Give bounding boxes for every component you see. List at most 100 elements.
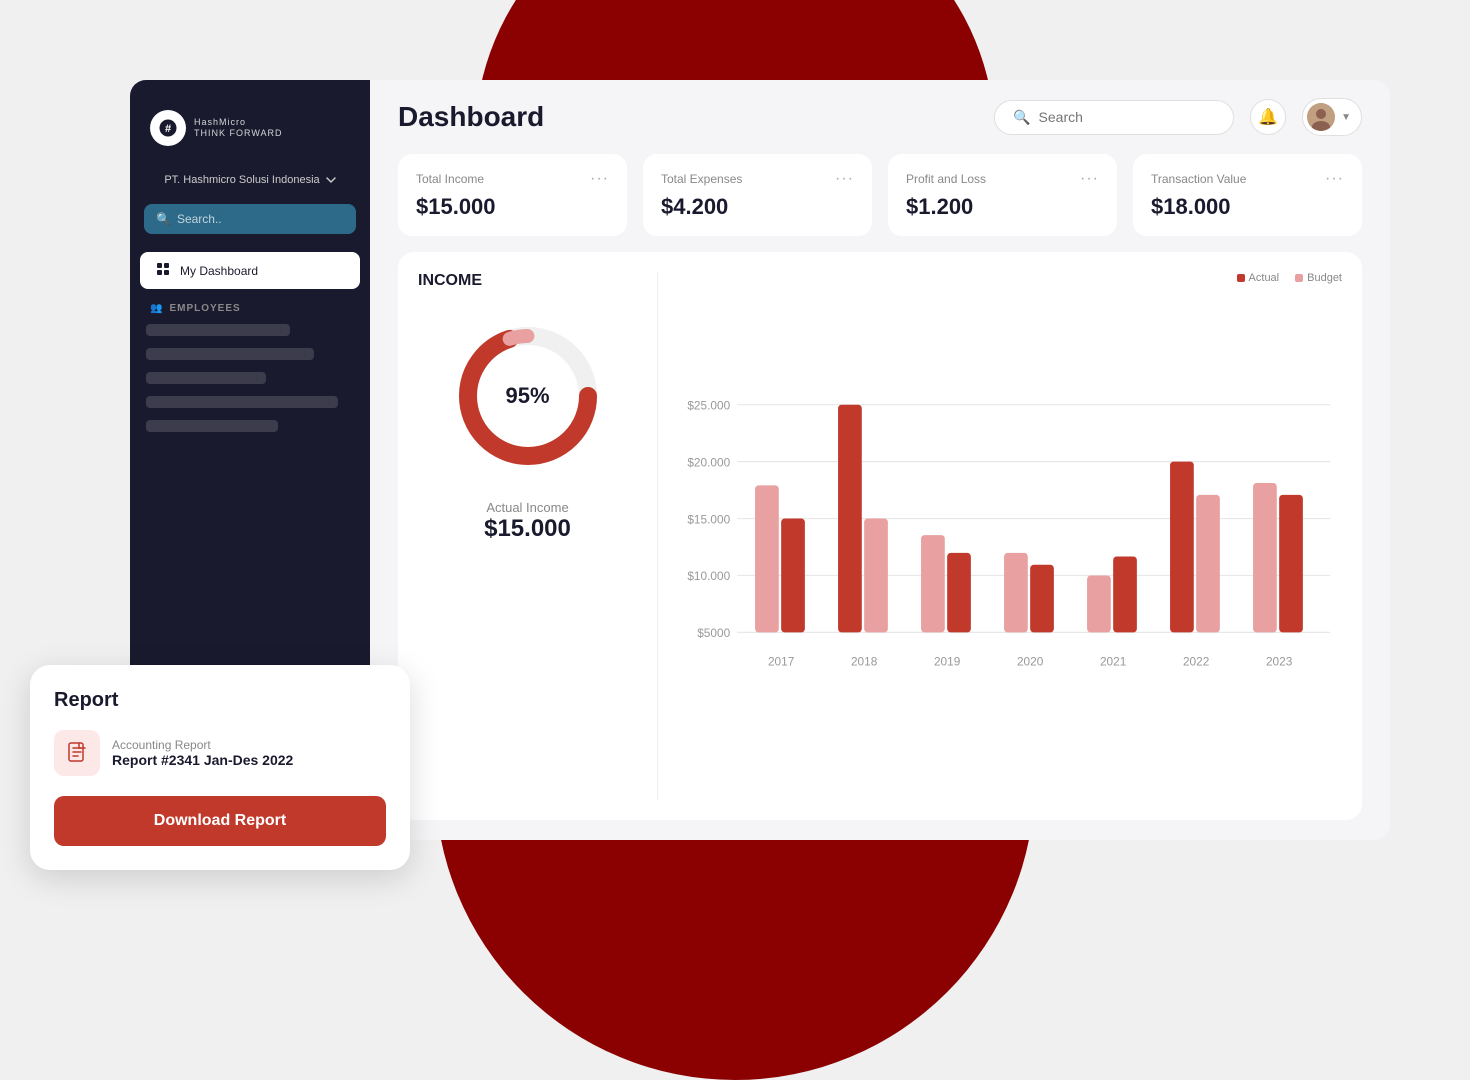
svg-text:2023: 2023 [1266,655,1293,669]
income-section: INCOME 95% Actual Income [398,252,1362,820]
notification-button[interactable]: 🔔 [1250,99,1286,135]
income-left: INCOME 95% Actual Income [418,272,658,800]
stat-value-1: $4.200 [661,194,854,220]
donut-percent: 95% [505,383,549,408]
sidebar-item-dashboard[interactable]: My Dashboard [140,252,360,289]
report-name: Report #2341 Jan-Des 2022 [112,752,293,768]
stat-card-header-2: Profit and Loss ··· [906,170,1099,188]
stat-label-0: Total Income [416,172,484,186]
header: Dashboard 🔍 🔔 ▼ [370,80,1390,154]
bar-2018-actual [838,405,862,633]
svg-text:$15.000: $15.000 [687,512,730,526]
svg-text:$25.000: $25.000 [687,398,730,412]
sidebar-dashboard-label: My Dashboard [180,264,258,278]
svg-text:$20.000: $20.000 [687,455,730,469]
stat-label-1: Total Expenses [661,172,742,186]
chart-area: $25.000 $20.000 $15.000 $10.000 $5000 [678,294,1342,800]
legend-actual-dot [1237,274,1245,282]
stat-more-1[interactable]: ··· [835,170,854,188]
svg-text:2017: 2017 [768,655,794,669]
logo-text: HashMicro THINK FORWARD [194,117,283,139]
stat-card-3: Transaction Value ··· $18.000 [1133,154,1362,236]
employees-icon: 👥 [150,303,163,314]
stat-card-header-1: Total Expenses ··· [661,170,854,188]
bar-2017-budget [755,485,779,632]
report-type: Accounting Report [112,738,293,752]
bar-2019-budget [921,535,945,632]
sidebar-nav-placeholder-2[interactable] [146,348,314,360]
bar-2019-actual [947,553,971,632]
dashboard-icon [156,262,170,279]
bar-2017-actual [781,519,805,633]
search-input[interactable] [1039,109,1216,125]
stat-card-1: Total Expenses ··· $4.200 [643,154,872,236]
svg-text:2019: 2019 [934,655,961,669]
legend-actual-label: Actual [1249,272,1280,284]
sidebar-nav-placeholder-3[interactable] [146,372,266,384]
bar-2020-budget [1004,553,1028,632]
sidebar-search-icon: 🔍 [156,212,171,226]
search-icon: 🔍 [1013,109,1030,126]
app-subtitle: THINK FORWARD [194,128,283,139]
avatar-button[interactable]: ▼ [1302,98,1362,136]
stat-value-2: $1.200 [906,194,1099,220]
bar-2022-actual [1170,462,1194,633]
header-search-bar[interactable]: 🔍 [994,100,1234,135]
employees-label: EMPLOYEES [169,303,240,314]
legend-actual: Actual [1237,272,1280,284]
bar-2022-budget [1196,495,1220,633]
stat-more-3[interactable]: ··· [1325,170,1344,188]
download-report-button[interactable]: Download Report [54,796,386,846]
svg-text:#: # [165,123,171,135]
sidebar-search-bar[interactable]: 🔍 [144,204,356,234]
stat-more-0[interactable]: ··· [590,170,609,188]
content-area: Dashboard 🔍 🔔 ▼ [370,80,1390,840]
svg-text:2018: 2018 [851,655,878,669]
report-icon [54,730,100,776]
chevron-down-icon [326,175,336,185]
income-label: INCOME [418,272,482,290]
sidebar-nav-placeholder-1[interactable] [146,324,290,336]
report-info: Accounting Report Report #2341 Jan-Des 2… [112,738,293,768]
sidebar-section-employees: 👥 EMPLOYEES [130,291,370,320]
stat-card-header-3: Transaction Value ··· [1151,170,1344,188]
stat-value-3: $18.000 [1151,194,1344,220]
bar-2021-actual [1113,556,1137,632]
bar-2020-actual [1030,565,1054,633]
company-selector[interactable]: PT. Hashmicro Solusi Indonesia [130,166,370,194]
actual-income-label: Actual Income [486,500,568,515]
sidebar-nav-placeholder-4[interactable] [146,396,338,408]
bar-2023-budget [1253,483,1277,632]
svg-text:2022: 2022 [1183,655,1209,669]
app-title: HashMicro [194,117,283,128]
legend-budget-dot [1295,274,1303,282]
svg-text:$5000: $5000 [697,626,730,640]
header-right: 🔍 🔔 ▼ [994,98,1362,136]
sidebar-logo: # HashMicro THINK FORWARD [130,100,370,166]
actual-income-value: $15.000 [484,515,571,543]
report-title: Report [54,689,386,712]
chevron-down-avatar-icon: ▼ [1341,112,1351,123]
stat-card-2: Profit and Loss ··· $1.200 [888,154,1117,236]
report-card: Report Accounting Report Report #2341 Ja… [30,665,410,870]
stat-more-2[interactable]: ··· [1080,170,1099,188]
svg-text:2020: 2020 [1017,655,1044,669]
sidebar-search-input[interactable] [177,212,344,226]
donut-center: 95% [505,383,549,409]
chart-legend: Actual Budget [678,272,1342,284]
bar-2021-budget [1087,575,1111,632]
avatar [1307,103,1335,131]
bar-2023-actual [1279,495,1303,633]
logo-icon: # [150,110,186,146]
bar-chart-svg: $25.000 $20.000 $15.000 $10.000 $5000 [678,294,1342,800]
bar-2018-budget [864,519,888,633]
stat-label-2: Profit and Loss [906,172,986,186]
legend-budget-label: Budget [1307,272,1342,284]
stats-row: Total Income ··· $15.000 Total Expenses … [370,154,1390,252]
stat-card-0: Total Income ··· $15.000 [398,154,627,236]
sidebar-nav-placeholder-5[interactable] [146,420,278,432]
report-item: Accounting Report Report #2341 Jan-Des 2… [54,730,386,776]
stat-card-header-0: Total Income ··· [416,170,609,188]
donut-chart: 95% [448,316,608,476]
legend-budget: Budget [1295,272,1342,284]
